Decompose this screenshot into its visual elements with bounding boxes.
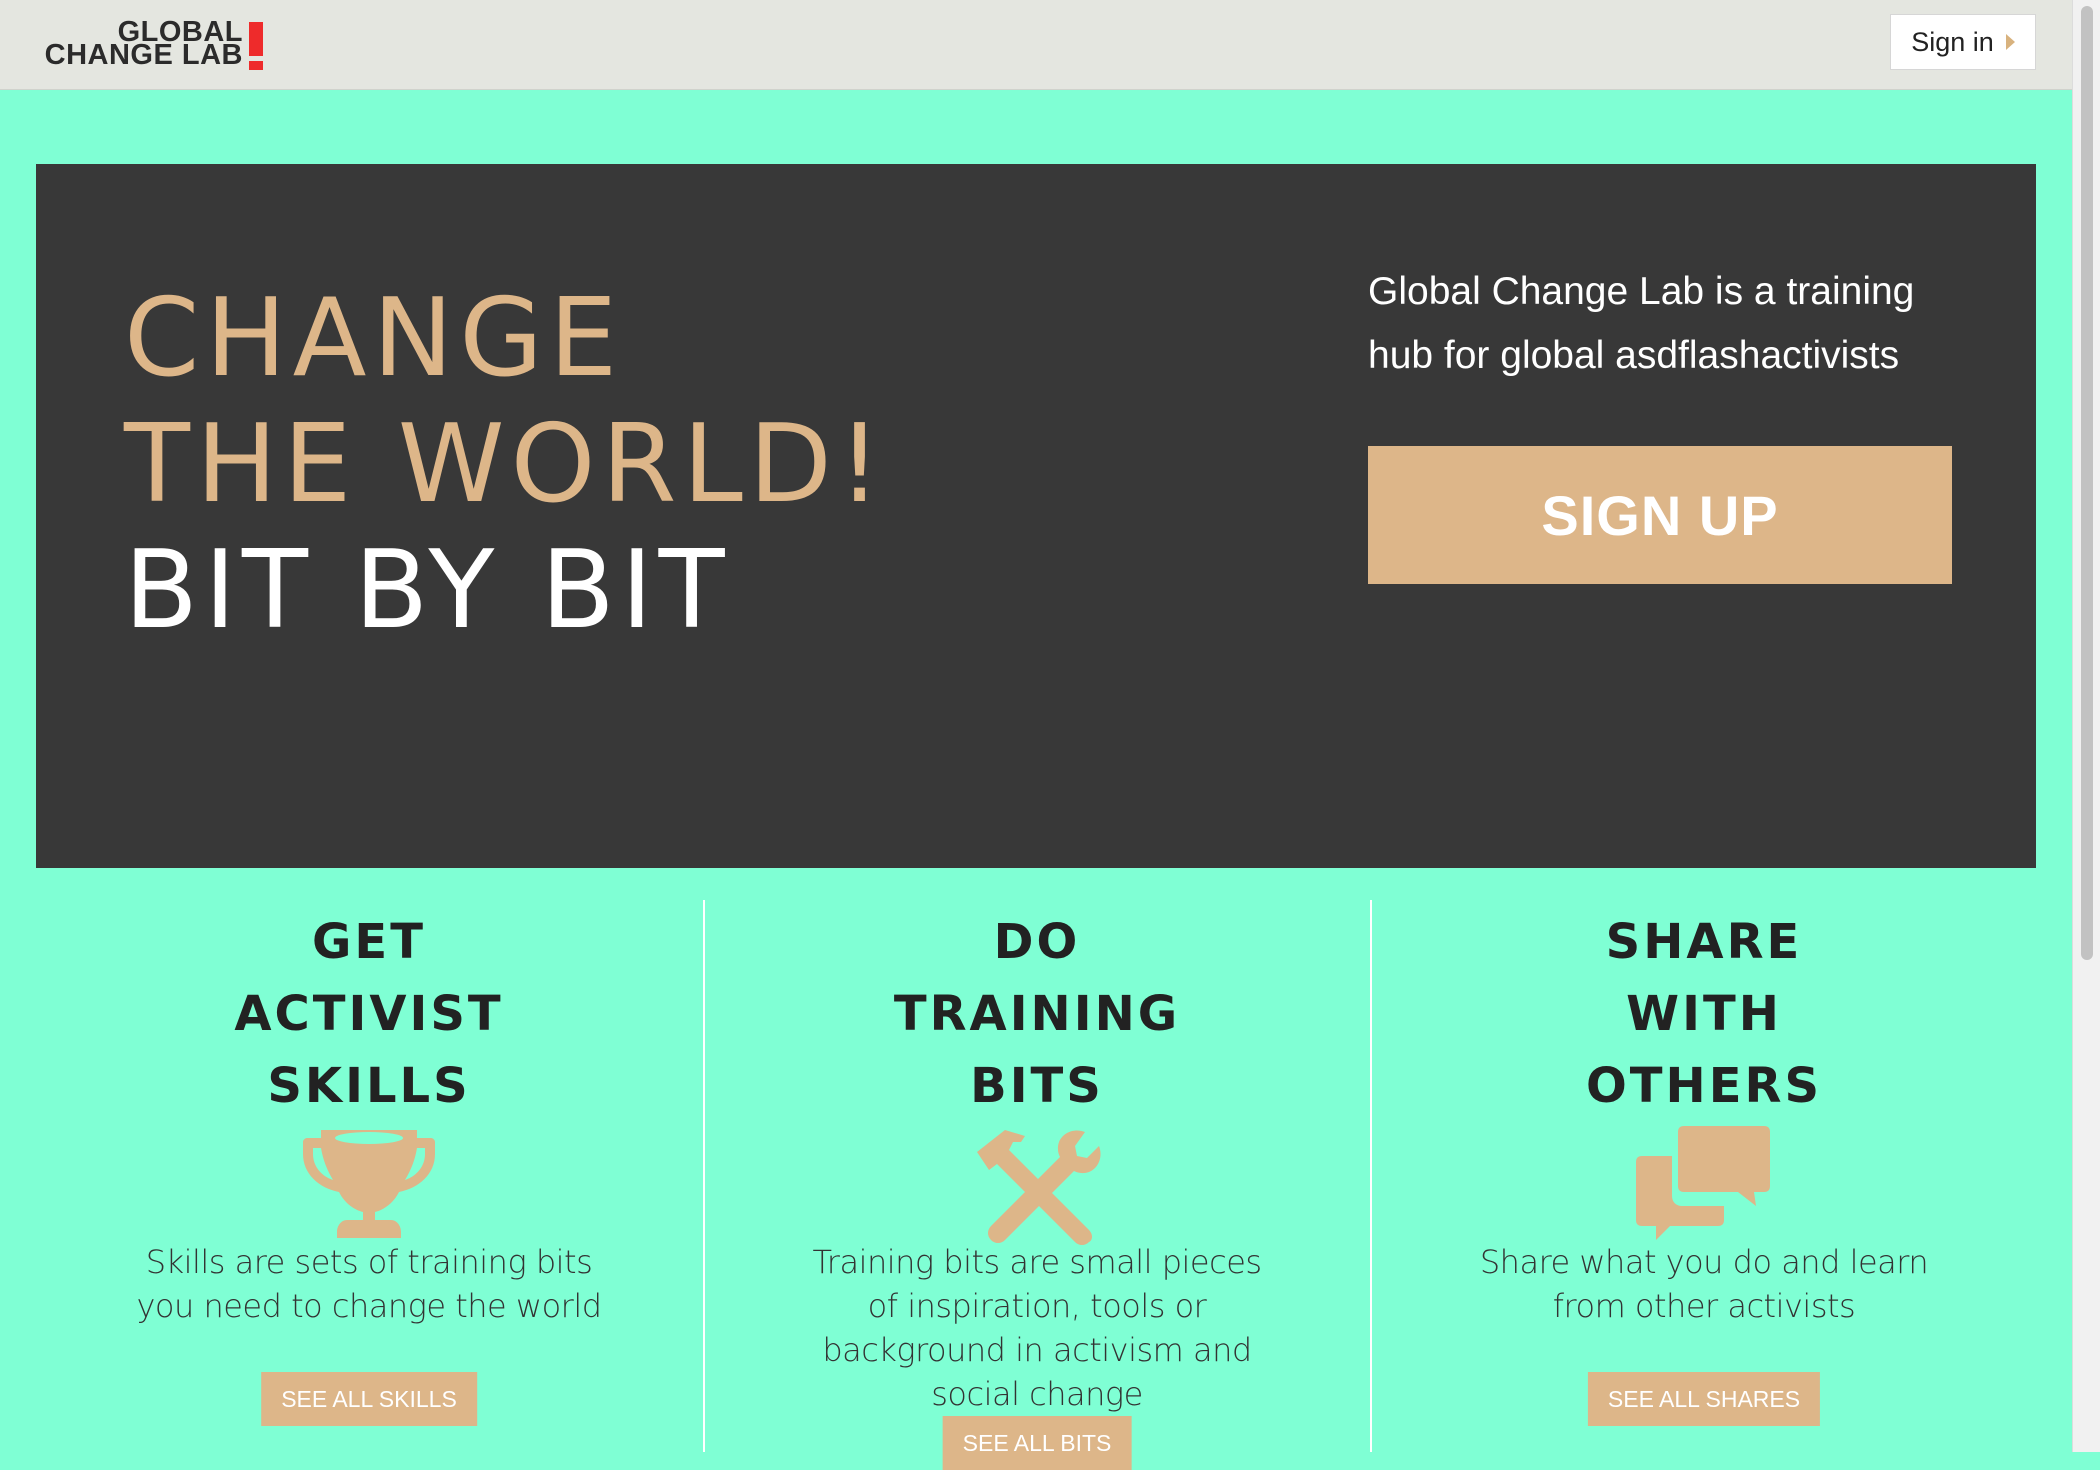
scrollbar-thumb[interactable] bbox=[2081, 6, 2093, 960]
feature-title: DO TRAINING BITS bbox=[705, 906, 1369, 1122]
see-all-shares-button[interactable]: SEE ALL SHARES bbox=[1587, 1372, 1821, 1426]
hero-banner: CHANGE THE WORLD! BIT BY BIT Global Chan… bbox=[36, 164, 2036, 868]
headline-line-1: CHANGE bbox=[124, 276, 624, 401]
top-bar: GLOBAL CHANGE LAB Sign in bbox=[0, 0, 2072, 90]
feature-share: SHARE WITH OTHERS Share what you do and … bbox=[1370, 900, 2036, 1452]
sign-up-button[interactable]: SIGN UP bbox=[1368, 446, 1952, 584]
feature-title-line: TRAINING bbox=[893, 986, 1181, 1042]
feature-title: SHARE WITH OTHERS bbox=[1372, 906, 2036, 1122]
feature-training-bits: DO TRAINING BITS Training bits are small… bbox=[703, 900, 1369, 1470]
feature-skills: GET ACTIVIST SKILLS Skills are sets of t… bbox=[36, 900, 702, 1452]
logo-text-line2: CHANGE LAB bbox=[44, 39, 243, 71]
feature-title: GET ACTIVIST SKILLS bbox=[36, 906, 702, 1122]
hero-headline: CHANGE THE WORLD! BIT BY BIT bbox=[124, 276, 887, 654]
page-scrollbar[interactable] bbox=[2072, 0, 2100, 1452]
hero-intro-text: Global Change Lab is a training hub for … bbox=[1368, 270, 1915, 377]
feature-description: Share what you do and learn from other a… bbox=[1479, 1243, 1929, 1325]
speech-bubbles-icon bbox=[1636, 1126, 1770, 1240]
global-change-lab-logo[interactable]: GLOBAL CHANGE LAB bbox=[35, 18, 265, 72]
headline-line-3: BIT BY BIT bbox=[124, 528, 731, 653]
feature-title-line: SKILLS bbox=[267, 1058, 471, 1114]
hammer-wrench-icon bbox=[977, 1130, 1101, 1245]
logo-exclamation-dot bbox=[249, 61, 263, 70]
headline-line-2: THE WORLD! bbox=[124, 402, 888, 527]
feature-title-line: DO bbox=[993, 914, 1081, 970]
trophy-icon bbox=[303, 1130, 435, 1238]
see-all-bits-button[interactable]: SEE ALL BITS bbox=[942, 1416, 1132, 1470]
feature-title-line: ACTIVIST bbox=[234, 986, 504, 1042]
feature-title-line: GET bbox=[312, 914, 426, 970]
features-section: GET ACTIVIST SKILLS Skills are sets of t… bbox=[36, 900, 2036, 1470]
feature-description: Skills are sets of training bits you nee… bbox=[136, 1243, 602, 1325]
feature-title-line: BITS bbox=[970, 1058, 1104, 1114]
feature-description: Training bits are small pieces of inspir… bbox=[812, 1243, 1262, 1413]
sign-in-button[interactable]: Sign in bbox=[1890, 14, 2036, 70]
see-all-skills-button[interactable]: SEE ALL SKILLS bbox=[261, 1372, 477, 1426]
logo-exclamation-icon bbox=[249, 22, 263, 56]
feature-title-line: OTHERS bbox=[1585, 1058, 1823, 1114]
feature-title-line: SHARE bbox=[1605, 914, 1803, 970]
sign-in-label: Sign in bbox=[1911, 26, 1994, 57]
caret-right-icon bbox=[2005, 34, 2015, 50]
feature-title-line: WITH bbox=[1626, 986, 1782, 1042]
